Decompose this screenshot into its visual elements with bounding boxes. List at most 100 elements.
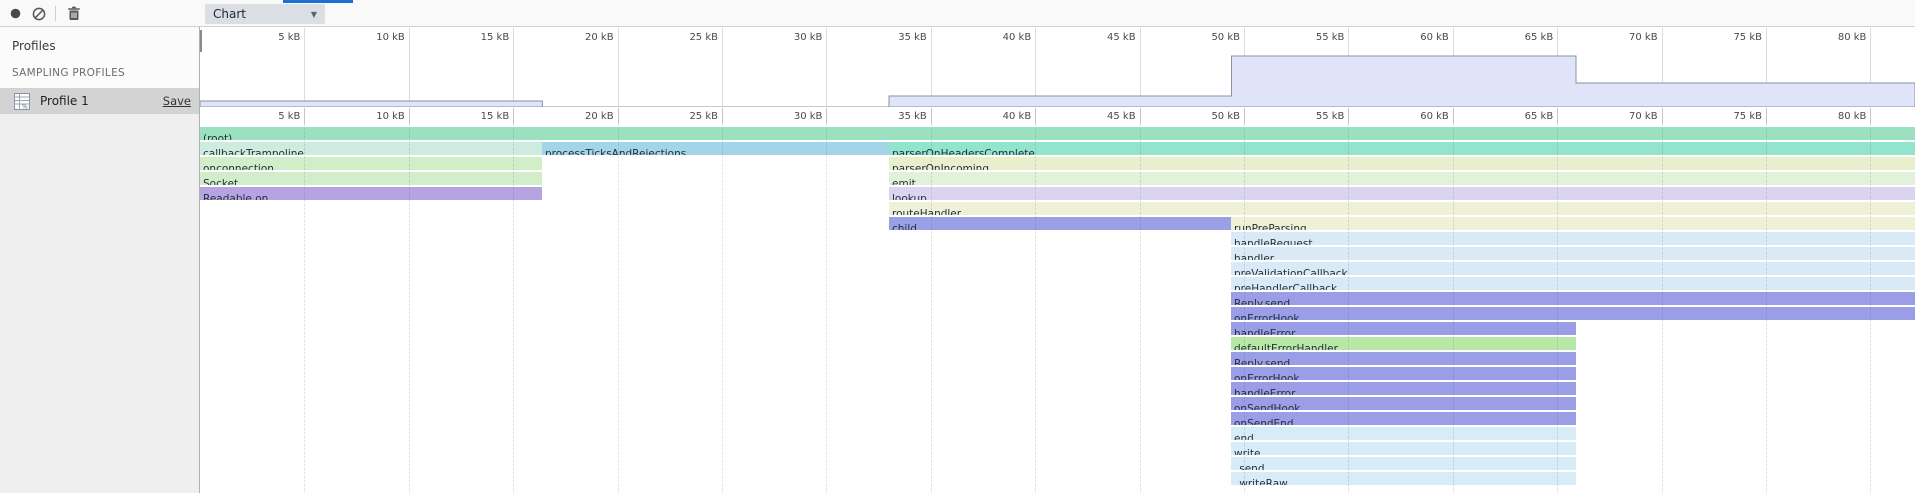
flame-bar[interactable]: handleError (1231, 322, 1576, 335)
flame-ruler-tick (931, 108, 932, 124)
flame-ruler-tick (1766, 108, 1767, 124)
flame-gridline (1662, 124, 1663, 493)
flame-ruler-label: 40 kB (955, 111, 1031, 122)
overview-ruler-label: 35 kB (851, 32, 927, 43)
flame-bar-label: processTicksAndRejections (542, 148, 686, 155)
overview-left-handle[interactable] (200, 30, 202, 52)
flame-bar-label: runPreParsing (1231, 223, 1307, 230)
overview-ruler-label: 65 kB (1477, 32, 1553, 43)
sidebar-empty-area (0, 114, 199, 493)
flame-ruler-label: 10 kB (329, 111, 405, 122)
flame-ruler-tick (1557, 108, 1558, 124)
save-link[interactable]: Save (163, 94, 191, 108)
flame-bar[interactable]: handleError (1231, 382, 1576, 395)
record-icon (10, 8, 21, 19)
flame-ruler-label: 15 kB (433, 111, 509, 122)
flame-ruler-tick (1244, 108, 1245, 124)
flame-bar-label: lookup (889, 193, 927, 200)
view-mode-select[interactable]: Chart ▼ (205, 4, 325, 24)
profile-table-icon: % (14, 93, 30, 110)
overview-ruler-label: 60 kB (1373, 32, 1449, 43)
flame-bar[interactable]: _send (1231, 457, 1576, 470)
flame-bar-label: parserOnIncoming (889, 163, 989, 170)
flame-bar[interactable]: _writeRaw (1231, 472, 1576, 485)
flame-bar-label: Reply.send (1231, 298, 1290, 305)
flame-ruler-label: 75 kB (1686, 111, 1762, 122)
flame-bar[interactable]: parserOnIncoming (889, 157, 1915, 170)
flame-gridline (1557, 124, 1558, 493)
overview-ruler-label: 25 kB (642, 32, 718, 43)
flame-ruler-tick (722, 108, 723, 124)
flame-bar[interactable]: preHandlerCallback (1231, 277, 1915, 290)
flame-ruler-tick (1662, 108, 1663, 124)
flame-gridline (1348, 124, 1349, 493)
flame-bar[interactable]: end (1231, 427, 1576, 440)
flame-bar[interactable]: Readable.on (200, 187, 542, 200)
flame-bar-label: Socket (200, 178, 238, 185)
sidebar-item-profile-1[interactable]: % Profile 1 Save (0, 88, 199, 114)
flame-gridline (618, 124, 619, 493)
flame-bar[interactable]: Reply.send (1231, 292, 1915, 305)
flame-bar[interactable]: onErrorHook (1231, 307, 1915, 320)
flame-bar[interactable]: onSendHook (1231, 397, 1576, 410)
flame-gridline (1766, 124, 1767, 493)
flame-bar[interactable]: preValidationCallback (1231, 262, 1915, 275)
overview-ruler-label: 55 kB (1268, 32, 1344, 43)
flame-bar[interactable]: defaultErrorHandler (1231, 337, 1576, 350)
flame-bar[interactable]: onErrorHook (1231, 367, 1576, 380)
flame-bar-label: defaultErrorHandler (1231, 343, 1338, 350)
flame-bar-label: onSendHook (1231, 403, 1300, 410)
flame-bar[interactable]: runPreParsing (1231, 217, 1915, 230)
flame-gridline (826, 124, 827, 493)
profiler-panel: Chart ▼ Profiles SAMPLING PROFILES % Pro… (0, 0, 1915, 493)
flame-bar[interactable]: onconnection (200, 157, 542, 170)
chevron-down-icon: ▼ (311, 10, 325, 19)
flame-bar[interactable]: Socket (200, 172, 542, 185)
flame-bar-label: handleError (1231, 328, 1295, 335)
flame-bar[interactable]: child (889, 217, 1231, 230)
flame-bar[interactable]: lookup (889, 187, 1915, 200)
flame-bar[interactable]: handler (1231, 247, 1915, 260)
flame-ruler-label: 50 kB (1164, 111, 1240, 122)
flame-bar[interactable]: processTicksAndRejections (542, 142, 889, 155)
flame-bar[interactable]: emit (889, 172, 1915, 185)
flame-ruler-label: 55 kB (1268, 111, 1344, 122)
clear-button[interactable] (30, 0, 48, 27)
flame-ruler-tick (1453, 108, 1454, 124)
flame-gridline (513, 124, 514, 493)
flame-gridline (1140, 124, 1141, 493)
flame-bar-label: handleError (1231, 388, 1295, 395)
flame-ruler-tick (1348, 108, 1349, 124)
flame-bar[interactable]: handleRequest (1231, 232, 1915, 245)
flame-ruler-label: 60 kB (1373, 111, 1449, 122)
flame-bar[interactable]: routeHandler (889, 202, 1915, 215)
flame-bar[interactable]: Reply.send (1231, 352, 1576, 365)
overview-ruler-label: 45 kB (1060, 32, 1136, 43)
flame-gridline (304, 124, 305, 493)
flame-bar-label: onSendEnd (1231, 418, 1293, 425)
flame-bar[interactable]: (root) (200, 127, 1915, 140)
block-icon (32, 7, 46, 21)
flame-bar-label: onErrorHook (1231, 373, 1300, 380)
overview-ruler-label: 80 kB (1790, 32, 1866, 43)
flame-ruler-label: 5 kB (224, 111, 300, 122)
flame-ruler-tick (1870, 108, 1871, 124)
flame-ruler-label: 80 kB (1790, 111, 1866, 122)
flame-bar[interactable]: write_ (1231, 442, 1576, 455)
flame-gridline (722, 124, 723, 493)
flame-gridline (1244, 124, 1245, 493)
record-button[interactable] (6, 0, 24, 27)
flame-bar[interactable]: onSendEnd (1231, 412, 1576, 425)
flame-bar[interactable]: parserOnHeadersComplete (889, 142, 1915, 155)
svg-text:%: % (22, 103, 28, 110)
active-tab-indicator (283, 0, 353, 3)
flame-bar[interactable]: callbackTrampoline (200, 142, 542, 155)
flame-ruler-tick (304, 108, 305, 124)
flame-ruler-tick (409, 108, 410, 124)
toolbar: Chart ▼ (0, 0, 1915, 27)
delete-button[interactable] (64, 0, 84, 27)
flame-bar-label: onconnection (200, 163, 274, 170)
flame-ruler-tick (1035, 108, 1036, 124)
overview-ruler-label: 50 kB (1164, 32, 1240, 43)
flame-ruler-label: 70 kB (1582, 111, 1658, 122)
